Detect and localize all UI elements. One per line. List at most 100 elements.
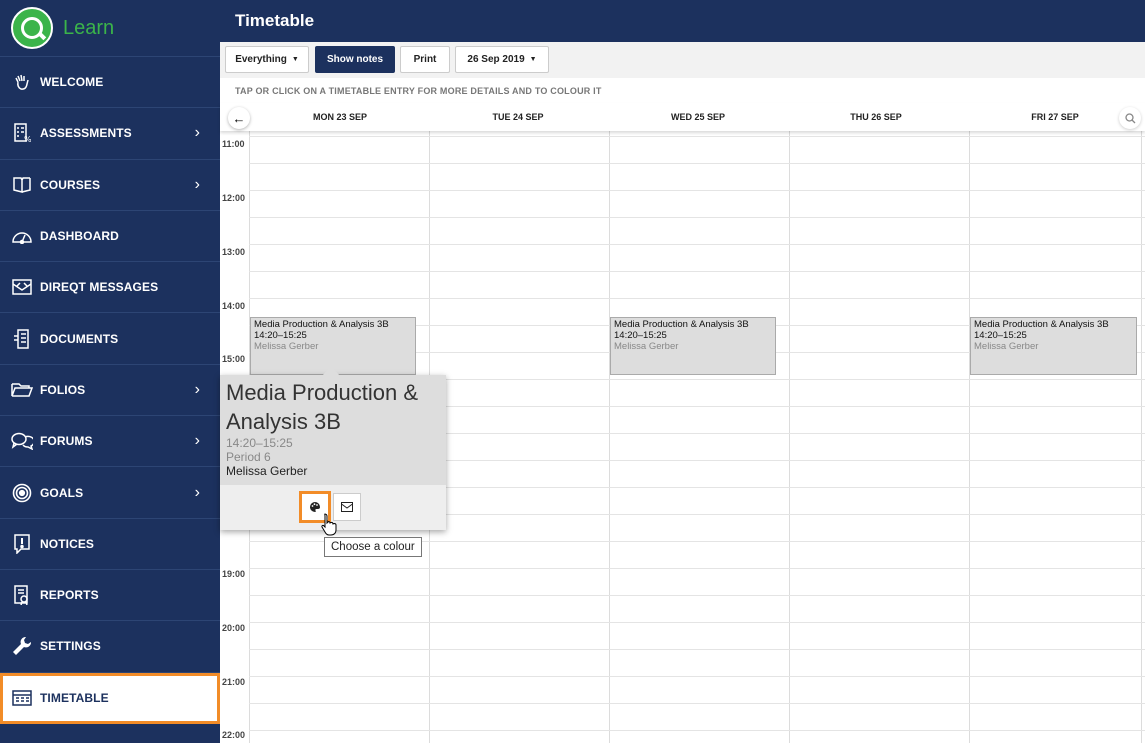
- previous-week-button[interactable]: ←: [228, 107, 250, 129]
- timetable-icon: [11, 687, 33, 709]
- grid-row-line: [249, 217, 1145, 218]
- sidebar-item-label: COURSES: [40, 177, 101, 192]
- mail-icon: [11, 276, 33, 298]
- arrow-left-icon: ←: [232, 110, 246, 126]
- toolbar: Everything ▼ Show notes Print 26 Sep 201…: [220, 42, 1145, 78]
- sidebar-item-label: TIMETABLE: [40, 691, 109, 706]
- logo[interactable]: Learn: [0, 0, 220, 57]
- entry-details-popup: Media Production & Analysis 3B 14:20–15:…: [220, 375, 446, 530]
- grid-row-line: [249, 190, 1145, 191]
- grid-row-line: [249, 595, 1145, 596]
- sidebar-item-label: REPORTS: [40, 588, 99, 603]
- event-teacher: Melissa Gerber: [614, 341, 679, 352]
- popup-teacher: Melissa Gerber: [226, 464, 308, 478]
- day-label-wed: WED 25 SEP: [670, 112, 726, 122]
- popup-period: Period 6: [226, 450, 271, 464]
- event-teacher: Melissa Gerber: [254, 341, 319, 352]
- sidebar-item-goals[interactable]: GOALS ›: [0, 467, 220, 519]
- caret-down-icon: ▼: [529, 56, 537, 63]
- time-label: 14:00: [222, 301, 246, 311]
- sidebar-item-label: FORUMS: [40, 434, 93, 449]
- grid-row-line: [249, 298, 1145, 299]
- time-label: 20:00: [222, 623, 246, 633]
- print-button[interactable]: Print: [400, 46, 450, 73]
- sidebar-item-forums[interactable]: FORUMS ›: [0, 416, 220, 468]
- wrench-icon: [11, 635, 33, 657]
- day-label-thu: THU 26 SEP: [850, 112, 902, 122]
- sidebar-item-direqt-messages[interactable]: DIREQT MESSAGES: [0, 262, 220, 314]
- day-label-fri: FRI 27 SEP: [1031, 112, 1079, 122]
- choose-colour-tooltip: Choose a colour: [324, 537, 422, 557]
- event-title: Media Production & Analysis 3B: [974, 319, 1109, 330]
- popup-title: Media Production & Analysis 3B: [226, 380, 418, 434]
- page-header: Timetable: [220, 0, 1145, 42]
- day-header: ← MON 23 SEP TUE 24 SEP WED 25 SEP THU 2…: [220, 103, 1145, 131]
- sidebar-item-label: DOCUMENTS: [40, 331, 119, 346]
- show-notes-button[interactable]: Show notes: [315, 46, 395, 73]
- chevron-right-icon: ›: [194, 175, 200, 193]
- chevron-right-icon: ›: [194, 124, 200, 142]
- sidebar-item-notices[interactable]: NOTICES: [0, 519, 220, 570]
- sidebar-item-label: ASSESSMENTS: [40, 126, 132, 141]
- report-icon: [11, 584, 33, 606]
- filter-dropdown-label: Everything: [235, 54, 287, 65]
- grid-row-line: [249, 163, 1145, 164]
- timetable-entry-fri[interactable]: Media Production & Analysis 3B 14:20–15:…: [970, 317, 1137, 375]
- sidebar-item-welcome[interactable]: WELCOME: [0, 57, 220, 109]
- event-time: 14:20–15:25: [974, 330, 1027, 341]
- time-label: 11:00: [222, 139, 245, 149]
- hand-cursor-icon: [321, 513, 337, 536]
- popup-content: Media Production & Analysis 3B 14:20–15:…: [220, 375, 446, 485]
- grid-row-line: [249, 622, 1145, 623]
- sidebar-item-timetable[interactable]: TIMETABLE: [0, 672, 220, 724]
- timetable-hint: TAP OR CLICK ON A TIMETABLE ENTRY FOR MO…: [235, 86, 602, 96]
- sidebar-item-settings[interactable]: SETTINGS: [0, 621, 220, 673]
- grid-row-line: [249, 676, 1145, 677]
- document-icon: [11, 328, 33, 350]
- sidebar-item-assessments[interactable]: % ASSESSMENTS ›: [0, 108, 220, 160]
- hand-wave-icon: [11, 71, 33, 93]
- sidebar-item-label: FOLIOS: [40, 382, 86, 397]
- sidebar-item-label: SETTINGS: [40, 639, 101, 654]
- grid-column-line: [609, 131, 610, 743]
- popup-caret: [322, 366, 340, 376]
- event-title: Media Production & Analysis 3B: [614, 319, 749, 330]
- chevron-right-icon: ›: [194, 432, 200, 450]
- grid-column-line: [789, 131, 790, 743]
- sidebar: Learn WELCOME % ASSESSMENTS › COURSES › …: [0, 0, 220, 743]
- sidebar-item-label: GOALS: [40, 485, 84, 500]
- sidebar-item-label: WELCOME: [40, 75, 104, 90]
- grid-column-line: [969, 131, 970, 743]
- chat-icon: [11, 430, 33, 452]
- grid-row-line: [249, 649, 1145, 650]
- chevron-right-icon: ›: [194, 380, 200, 398]
- mail-icon: [341, 502, 353, 512]
- grid-row-line: [249, 136, 1145, 137]
- logo-text: Learn: [63, 16, 115, 39]
- grid-row-line: [249, 271, 1145, 272]
- filter-dropdown[interactable]: Everything ▼: [225, 46, 309, 73]
- event-time: 14:20–15:25: [614, 330, 667, 341]
- target-icon: [11, 482, 33, 504]
- speedometer-icon: [11, 225, 33, 247]
- search-button[interactable]: [1119, 107, 1141, 129]
- book-icon: [11, 174, 33, 196]
- event-title: Media Production & Analysis 3B: [254, 319, 389, 330]
- palette-icon: [310, 502, 320, 512]
- timetable-entry-wed[interactable]: Media Production & Analysis 3B 14:20–15:…: [610, 317, 776, 375]
- assessment-icon: %: [11, 122, 33, 144]
- sidebar-item-folios[interactable]: FOLIOS ›: [0, 365, 220, 417]
- sidebar-item-label: DIREQT MESSAGES: [40, 280, 159, 295]
- time-label: 21:00: [222, 677, 246, 687]
- sidebar-item-dashboard[interactable]: DASHBOARD: [0, 211, 220, 263]
- date-picker[interactable]: 26 Sep 2019 ▼: [455, 46, 549, 73]
- sidebar-item-reports[interactable]: REPORTS: [0, 570, 220, 622]
- grid-row-line: [249, 703, 1145, 704]
- sidebar-item-courses[interactable]: COURSES ›: [0, 160, 220, 211]
- chevron-right-icon: ›: [194, 483, 200, 501]
- time-label: 22:00: [222, 730, 246, 740]
- grid-row-line: [249, 244, 1145, 245]
- grid-column-line: [1141, 131, 1142, 743]
- event-time: 14:20–15:25: [254, 330, 307, 341]
- sidebar-item-documents[interactable]: DOCUMENTS: [0, 313, 220, 365]
